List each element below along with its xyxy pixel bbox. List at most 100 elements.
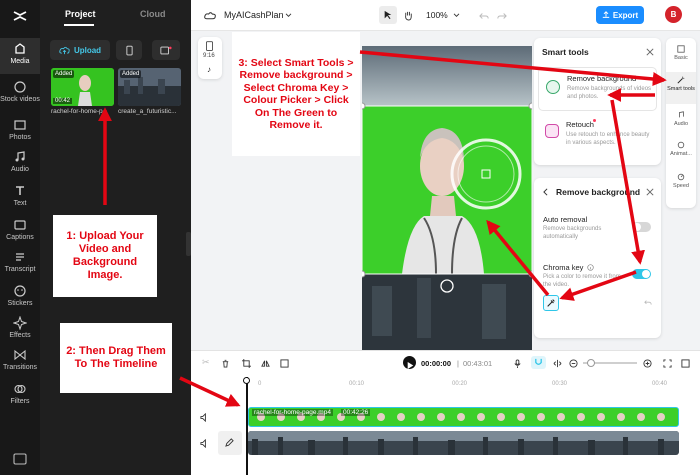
right-rail-animation[interactable]: Animat... [666,138,696,164]
annotation-text: 2: Then Drag Them To The Timeline [66,345,166,370]
auto-removal-title: Auto removal [543,215,588,224]
rail-item-transcript[interactable]: Transcript [0,246,40,282]
chroma-key-toggle[interactable] [632,269,651,279]
right-rail-label: Basic [674,55,688,61]
shortcuts-icon[interactable] [13,452,27,465]
stock-videos-icon [14,81,26,93]
playhead-handle[interactable] [243,377,250,384]
right-rail-basic[interactable]: Basic [666,42,696,68]
reset-icon[interactable] [644,299,652,307]
tab-cloud[interactable]: Cloud [140,9,166,19]
media-name: create_a_futuristic... [118,108,177,115]
track-mute-icon[interactable] [200,413,209,422]
microphone-icon[interactable] [513,359,522,368]
magnet-toggle[interactable] [531,356,546,369]
background-clip[interactable] [248,431,679,455]
rail-item-stickers[interactable]: Stickers [0,280,40,316]
rail-item-photos[interactable]: Photos [0,114,40,150]
delete-icon[interactable] [221,359,230,368]
added-badge: Added [53,70,75,78]
close-icon[interactable] [646,48,654,56]
upload-button[interactable]: Upload [50,40,110,60]
annotation-step-2: 2: Then Drag Them To The Timeline [60,323,172,393]
playhead[interactable] [246,377,248,475]
clip-name: rachel-for-home-page.mp4 [252,409,333,416]
rail-item-text[interactable]: Text [0,180,40,216]
fit-icon[interactable] [663,359,672,368]
chevron-down-icon[interactable] [285,13,292,18]
color-picker-button[interactable] [543,295,559,311]
upload-cloud-icon [59,46,70,54]
green-screen-clip[interactable]: rachel-for-home-page.mp4 00:42:26 [248,407,679,427]
media-thumb-rachel[interactable]: Added 00:42 [51,68,114,106]
animation-icon [677,141,685,149]
rail-label: Effects [9,332,31,339]
rail-label: Audio [11,166,29,173]
zoom-slider-thumb[interactable] [587,359,595,367]
transitions-icon [14,349,26,361]
rail-item-captions[interactable]: Captions [0,214,40,250]
info-icon[interactable] [587,264,594,271]
project-name[interactable]: MyAICashPlan [224,10,284,20]
pencil-icon [225,438,234,447]
track-mute-icon[interactable] [200,439,209,448]
rail-item-stock-videos[interactable]: Stock videos [0,76,40,108]
ratio-card[interactable]: 9:16 ♪ [198,37,222,79]
export-button[interactable]: Export [596,6,644,24]
rail-item-filters[interactable]: Filters [0,378,40,414]
ruler-tick: 00:10 [349,381,365,387]
phone-upload-button[interactable] [116,40,142,60]
play-icon [407,362,414,369]
remove-bg-desc: Remove backgrounds of videos and photos. [567,86,652,100]
undo-icon[interactable] [479,11,489,21]
time-separator: | [457,359,459,368]
remove-background-item[interactable]: Remove background Remove backgrounds of … [538,67,657,111]
rail-item-media[interactable]: Media [0,38,40,74]
ruler-tick: 0 [258,381,262,387]
right-rail-audio[interactable]: Audio [666,108,696,134]
chevron-down-icon[interactable] [453,13,460,18]
fullscreen-icon[interactable] [681,359,690,368]
duration-badge: 00:42 [53,98,73,104]
audio-icon [15,151,25,162]
rail-item-effects[interactable]: Effects [0,312,40,348]
record-icon [160,46,172,54]
cover-edit-button[interactable] [218,431,242,455]
right-rail-smart-tools[interactable]: Smart tools [666,72,696,104]
current-time: 00:00:00 [421,359,452,368]
media-thumb-futuristic[interactable]: Added [118,68,181,106]
retouch-item[interactable]: Retouch Use retouch to enhance beauty in… [538,116,657,160]
right-rail-speed[interactable]: Speed [666,170,696,196]
zoom-out-icon[interactable] [569,359,578,368]
back-chevron-icon[interactable] [543,188,548,196]
photos-icon [14,120,26,130]
crop-icon[interactable] [242,359,251,368]
split-screen-icon[interactable] [553,359,562,368]
auto-removal-toggle[interactable] [632,222,651,232]
tiktok-icon: ♪ [207,65,211,74]
freeze-icon[interactable] [280,359,289,368]
select-tool-button[interactable] [379,6,397,24]
remove-bg-panel-title: Remove background [556,187,641,197]
avatar[interactable]: B [665,6,682,23]
timeline-ruler[interactable]: 0 00:10 00:20 00:30 00:40 [246,379,696,391]
retouch-title: Retouch [566,120,594,129]
zoom-level[interactable]: 100% [426,10,448,20]
right-rail: Basic Smart tools Audio Animat... Speed [666,38,696,208]
flip-icon[interactable] [261,359,270,368]
media-name: rachel-for-home-p... [51,108,109,115]
split-icon[interactable]: ✂ [202,357,210,368]
left-rail: Media Stock videos Photos Audio Text Cap… [0,0,40,475]
tab-project[interactable]: Project [65,9,96,19]
rail-item-audio[interactable]: Audio [0,146,40,182]
redo-icon[interactable] [497,11,507,21]
total-time: 00:43:01 [463,359,493,368]
zoom-in-icon[interactable] [643,359,652,368]
close-icon[interactable] [646,188,654,196]
rail-item-transitions[interactable]: Transitions [0,344,40,380]
preview-video[interactable] [362,46,532,351]
record-button[interactable] [152,40,180,60]
hand-icon[interactable] [403,10,414,21]
new-dot [593,119,596,122]
play-button[interactable] [403,356,416,369]
